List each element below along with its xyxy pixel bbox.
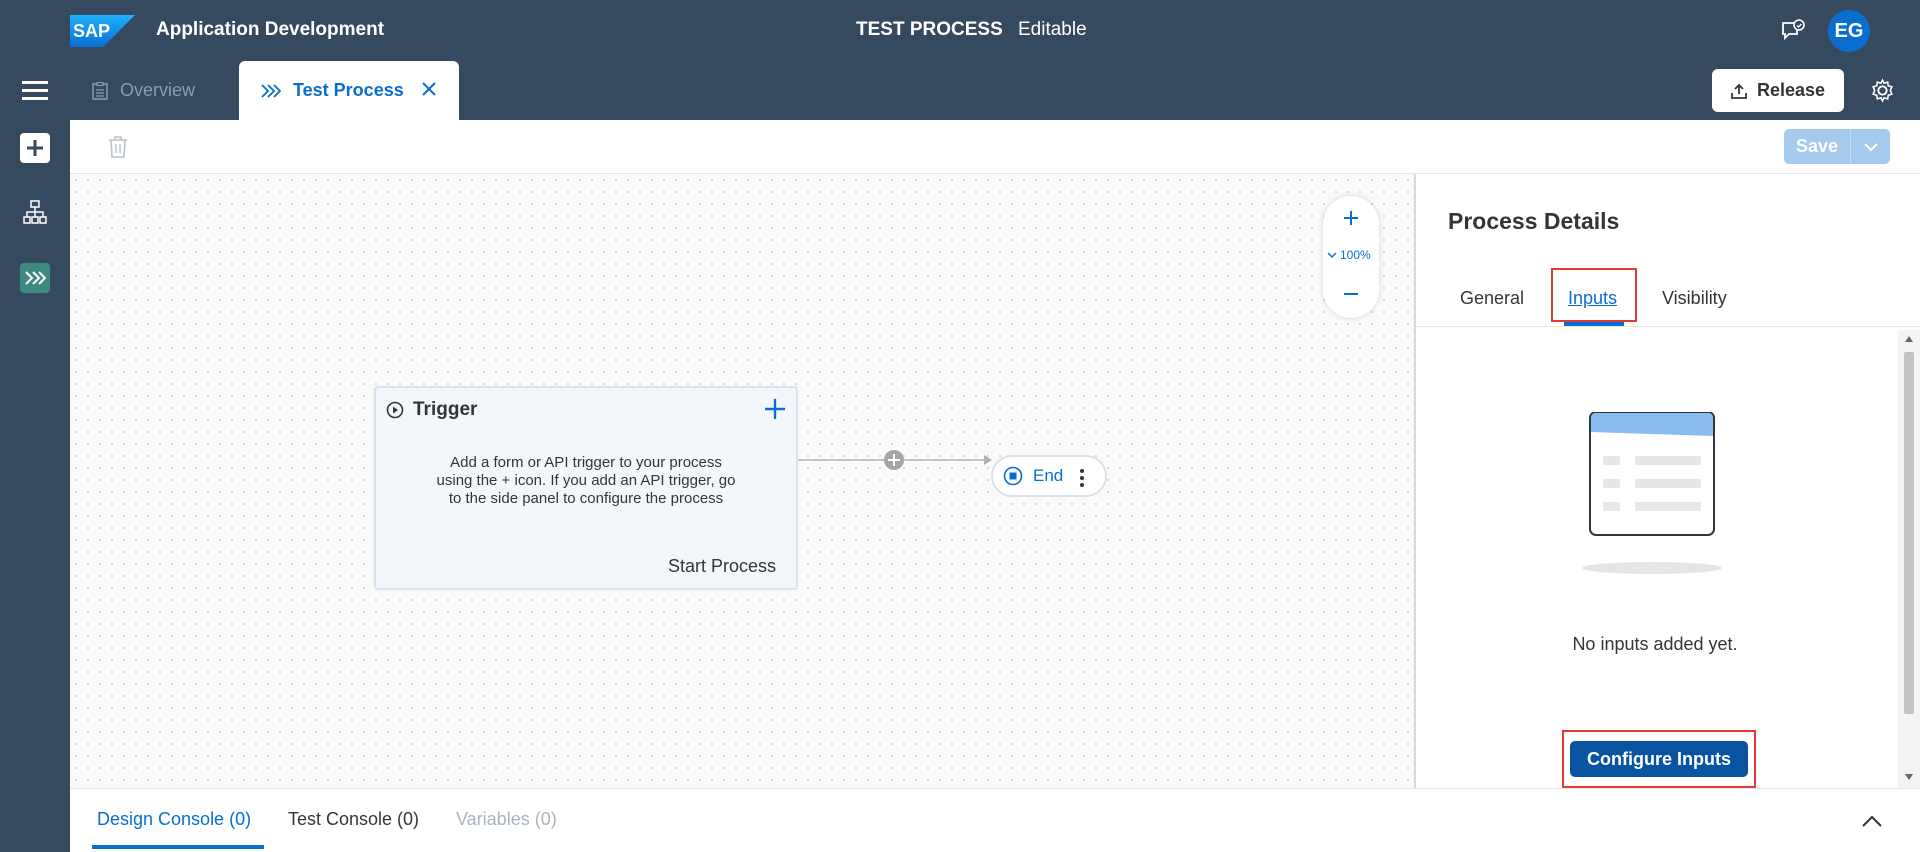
divider [1416, 326, 1920, 327]
trigger-start-label: Start Process [667, 556, 776, 576]
menu-icon[interactable] [22, 79, 48, 101]
add-icon [27, 140, 43, 156]
shell-header: SAP Application Development TEST PROCESS… [0, 0, 1920, 61]
tab-test-process[interactable]: Test Process [239, 61, 459, 120]
tab-visibility[interactable]: Visibility [1662, 288, 1727, 309]
end-label: End [1033, 466, 1064, 485]
trigger-title: Trigger [413, 399, 478, 420]
process-title: TEST PROCESS [856, 19, 1003, 40]
side-navigation [0, 120, 70, 852]
tab-active-indicator [92, 845, 264, 849]
user-avatar[interactable]: EG [1828, 10, 1870, 52]
tab-design-console[interactable]: Design Console (0) [97, 809, 251, 830]
process-details-panel: Process Details General Inputs Visibilit… [1414, 174, 1920, 788]
tab-bar: Overview Test Process Release [0, 61, 1920, 120]
configure-inputs-button[interactable]: Configure Inputs [1570, 741, 1748, 777]
overview-icon [92, 81, 108, 100]
trash-icon[interactable] [107, 135, 129, 159]
save-button-group: Save [1784, 129, 1890, 164]
more-icon[interactable] [1079, 468, 1085, 488]
sap-logo[interactable]: SAP [70, 15, 135, 47]
zoom-level-select[interactable]: 100% [1327, 248, 1377, 262]
flow-connector [798, 450, 992, 470]
release-label: Release [1756, 80, 1826, 100]
editor-toolbar: Save [70, 120, 1920, 174]
process-state: Editable [1018, 19, 1087, 40]
trigger-description: Add a form or API trigger to your proces… [436, 454, 736, 507]
process-nav-button[interactable] [20, 263, 50, 293]
hierarchy-icon[interactable] [23, 200, 47, 224]
chevron-up-icon[interactable] [1860, 813, 1884, 829]
panel-title: Process Details [1448, 208, 1620, 234]
zoom-level-value: 100% [1340, 248, 1371, 262]
chevron-down-icon [1863, 142, 1878, 151]
panel-scrollbar[interactable] [1898, 330, 1920, 788]
play-icon [386, 401, 404, 419]
trigger-node[interactable]: Trigger Add a form or API trigger to you… [374, 386, 798, 590]
tab-overview-label: Overview [120, 80, 196, 100]
zoom-control: 100% [1323, 196, 1379, 318]
save-button[interactable]: Save [1784, 129, 1850, 164]
tab-overview[interactable]: Overview [92, 61, 195, 120]
feedback-icon[interactable] [1780, 18, 1806, 44]
tab-test-process-label: Test Process [293, 80, 404, 100]
process-icon [25, 271, 46, 285]
app-title: Application Development [156, 19, 385, 40]
highlight-box [1551, 268, 1637, 322]
upload-icon [1731, 83, 1747, 99]
end-node[interactable]: End [991, 455, 1107, 497]
create-button[interactable] [20, 133, 50, 163]
scrollbar-thumb[interactable] [1904, 352, 1914, 714]
stop-icon [1003, 466, 1023, 486]
bottom-console: Design Console (0) Test Console (0) Vari… [70, 788, 1920, 852]
process-icon [261, 83, 281, 98]
tab-variables[interactable]: Variables (0) [456, 809, 557, 830]
tab-general[interactable]: General [1460, 288, 1524, 309]
zoom-in-icon[interactable] [1341, 208, 1361, 228]
scroll-up-icon[interactable] [1904, 334, 1914, 344]
close-icon[interactable] [421, 81, 437, 97]
empty-message: No inputs added yet. [1572, 634, 1738, 654]
scroll-down-icon[interactable] [1904, 772, 1914, 782]
tab-test-console[interactable]: Test Console (0) [288, 809, 419, 830]
chevron-down-icon [1327, 252, 1337, 258]
save-options-button[interactable] [1850, 129, 1890, 164]
add-trigger-icon[interactable] [764, 398, 786, 420]
release-button[interactable]: Release [1712, 69, 1844, 112]
empty-list-illustration [1582, 412, 1722, 574]
zoom-out-icon[interactable] [1341, 284, 1361, 304]
gear-icon[interactable] [1870, 78, 1895, 103]
svg-text:SAP: SAP [73, 21, 110, 41]
